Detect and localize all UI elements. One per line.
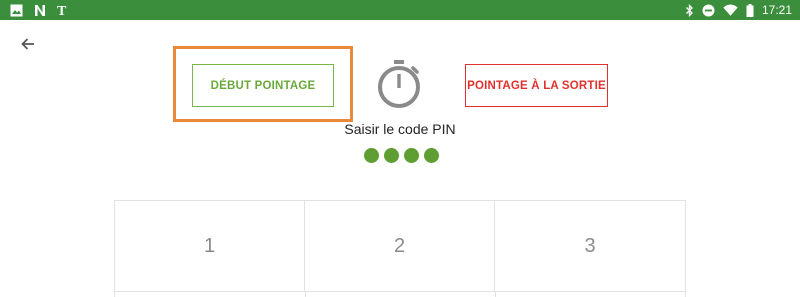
pin-dot — [384, 148, 399, 163]
status-time: 17:21 — [761, 3, 792, 17]
back-button[interactable] — [18, 34, 38, 54]
key-2[interactable]: 2 — [305, 201, 495, 292]
keypad-next-row — [114, 291, 686, 297]
pin-indicator — [364, 148, 439, 163]
key-1[interactable]: 1 — [115, 201, 305, 292]
pin-dot — [404, 148, 419, 163]
image-icon — [10, 4, 23, 17]
clock-in-button[interactable]: DÉBUT POINTAGE — [192, 64, 334, 107]
clock-in-label: DÉBUT POINTAGE — [210, 79, 316, 92]
pin-dot — [424, 148, 439, 163]
clock-out-label: POINTAGE À LA SORTIE — [467, 79, 606, 92]
keypad: 1 2 3 — [114, 200, 686, 297]
bluetooth-icon — [685, 3, 694, 17]
pin-prompt: Saisir le code PIN — [344, 121, 456, 137]
stopwatch-icon — [374, 58, 424, 110]
svg-text:T: T — [57, 4, 67, 17]
wifi-icon — [723, 4, 738, 16]
nyt-icon: T — [57, 3, 69, 17]
key-3[interactable]: 3 — [495, 201, 685, 292]
n-app-icon — [34, 4, 46, 17]
pin-dot — [364, 148, 379, 163]
clock-out-button[interactable]: POINTAGE À LA SORTIE — [465, 64, 608, 107]
status-bar: T 17:21 — [0, 0, 800, 20]
do-not-disturb-icon — [702, 4, 715, 17]
arrow-left-icon — [21, 38, 34, 50]
battery-icon — [746, 3, 754, 17]
